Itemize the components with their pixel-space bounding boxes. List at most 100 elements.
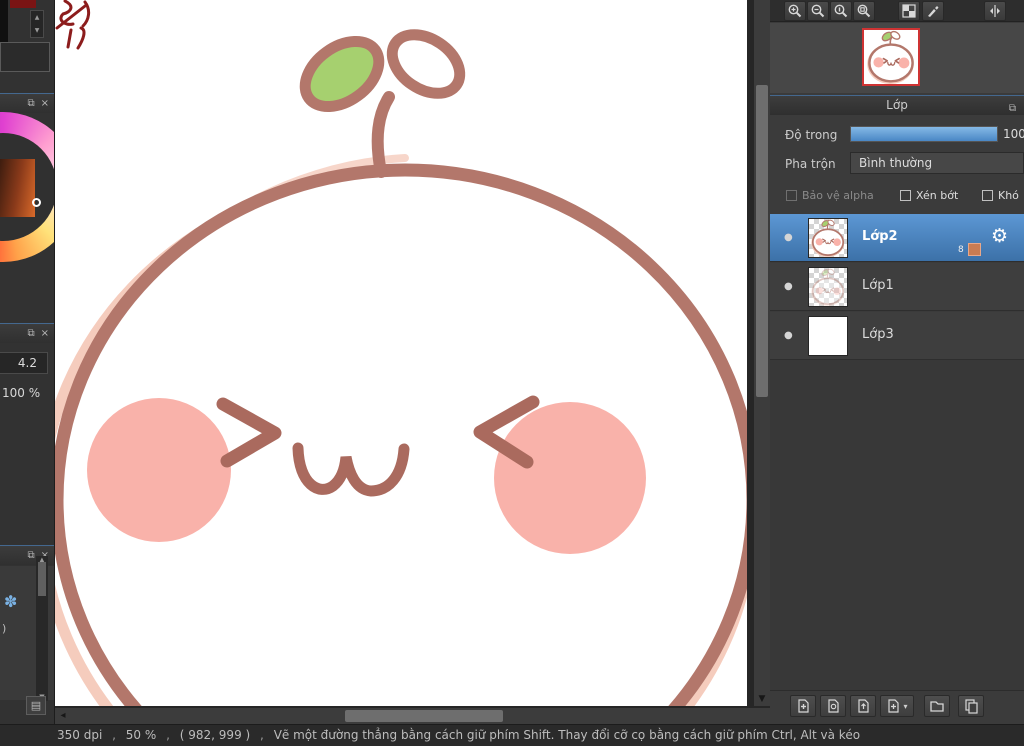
spinner-down-icon[interactable]: ▼	[35, 27, 40, 34]
scroll-down-icon[interactable]: ▼	[754, 694, 770, 704]
document-preview-thumbnail[interactable]	[862, 28, 920, 86]
horizontal-scrollbar-thumb[interactable]	[345, 710, 503, 722]
pattern-button[interactable]	[898, 1, 920, 21]
hue-ring-indicator[interactable]	[32, 198, 41, 207]
add-layer-icon	[798, 699, 809, 713]
left-edge-strip	[0, 0, 8, 45]
blend-mode-dropdown[interactable]: Bình thường	[850, 152, 1024, 174]
zoom-fit-button[interactable]	[853, 1, 875, 21]
lock-label: Khó	[998, 189, 1019, 202]
color-docker-header: ⧉ ×	[0, 93, 54, 113]
saturation-value-square[interactable]	[0, 159, 35, 217]
zoom-100-button[interactable]	[830, 1, 852, 21]
layer-docker-title-text: Lớp	[886, 98, 908, 112]
layer-row-lop3[interactable]: ● Lớp3	[770, 312, 1024, 360]
layer2-thumb-art	[811, 219, 845, 257]
clip-label: Xén bớt	[916, 189, 959, 202]
layer-actions-bar: ▾	[770, 690, 1024, 720]
brush-opacity-value[interactable]: 100 %	[2, 386, 40, 400]
brush-icon	[928, 6, 939, 17]
close-docker-icon[interactable]: ×	[41, 98, 49, 109]
close-docker-icon[interactable]: ×	[41, 328, 49, 339]
duplicate-layer-icon	[828, 699, 839, 713]
color-swatch-dark-red[interactable]	[10, 0, 36, 8]
status-separator: ,	[166, 728, 170, 742]
clip-checkbox-group[interactable]: Xén bớt	[900, 189, 958, 202]
layer-visibility-icon[interactable]: ●	[784, 330, 793, 341]
alpha-lock-checkbox[interactable]	[786, 190, 797, 201]
dropdown-caret-icon: ▾	[903, 701, 908, 711]
zoom-in-button[interactable]	[784, 1, 806, 21]
blush-left	[87, 398, 231, 542]
blend-mode-label: Pha trộn	[785, 157, 836, 171]
overview-toolbar	[770, 0, 1024, 22]
layer-thumbnail[interactable]	[808, 218, 848, 258]
layer-row-lop2[interactable]: ● Lớp2 8 ⚙	[770, 214, 1024, 262]
layer-name[interactable]: Lớp2	[862, 229, 898, 244]
brush-size-spinbox[interactable]: 4.2	[0, 352, 48, 374]
vertical-scrollbar-thumb[interactable]	[756, 85, 768, 397]
sketch-scribbles	[55, 0, 91, 50]
zoom-100-icon	[834, 4, 848, 18]
overview-preview[interactable]	[770, 23, 1024, 93]
float-docker-icon[interactable]: ⧉	[1009, 99, 1016, 118]
copy-pages-icon	[965, 699, 978, 714]
alpha-lock-checkbox-group[interactable]: Bảo vệ alpha	[786, 189, 874, 202]
document-tab-icon[interactable]: ▤	[26, 696, 46, 715]
add-layer-type-icon	[888, 699, 900, 713]
move-layer-up-icon	[858, 699, 869, 713]
brush-button[interactable]	[922, 1, 944, 21]
layer-properties-gear-icon[interactable]: ⚙	[991, 225, 1008, 247]
layer1-thumb-art	[811, 268, 845, 306]
layer-thumbnail[interactable]	[808, 316, 848, 356]
layer-thumbnail[interactable]	[808, 267, 848, 307]
opacity-slider-fill	[851, 127, 997, 141]
add-layer-dropdown-button[interactable]: ▾	[880, 695, 914, 717]
layer-name[interactable]: Lớp3	[862, 327, 894, 342]
add-layer-button[interactable]	[790, 695, 816, 717]
opacity-slider[interactable]	[850, 126, 998, 142]
status-dpi: 350 dpi	[57, 728, 103, 742]
status-zoom[interactable]: 50 %	[126, 728, 157, 742]
krita-window: ▲ ▼ ⧉ × ⧉ × 4.2 100 % ⧉ × ✽ ) ▲ ▼	[0, 0, 1024, 746]
mirror-icon	[990, 5, 1000, 17]
checker-pattern-icon	[902, 4, 916, 18]
canvas-vertical-scrollbar[interactable]: ▼	[754, 0, 770, 706]
truncated-label: )	[2, 622, 7, 635]
lock-checkbox-group[interactable]: Khó	[982, 189, 1019, 202]
float-docker-icon[interactable]: ⧉	[27, 550, 34, 561]
layer-list-empty-area	[770, 360, 1024, 690]
layer-name[interactable]: Lớp1	[862, 278, 894, 293]
layer-visibility-icon[interactable]: ●	[784, 232, 793, 243]
float-docker-icon[interactable]: ⧉	[27, 98, 34, 109]
zoom-out-button[interactable]	[807, 1, 829, 21]
color-wheel[interactable]	[0, 112, 54, 262]
mirror-view-button[interactable]	[984, 1, 1006, 21]
status-hint: Vẽ một đường thẳng bằng cách giữ phím Sh…	[273, 728, 861, 742]
delete-layer-button[interactable]	[958, 695, 984, 717]
layer-docker: Lớp ⧉ Độ trong 100 Pha trộn Bình thường …	[770, 0, 1024, 724]
zoom-fit-icon	[857, 4, 871, 18]
group-layer-button[interactable]	[924, 695, 950, 717]
lock-checkbox[interactable]	[982, 190, 993, 201]
float-docker-icon[interactable]: ⧉	[27, 328, 34, 339]
value-spinner[interactable]: ▲ ▼	[30, 10, 44, 38]
folder-icon	[930, 701, 944, 712]
dock-scrollbar[interactable]: ▲ ▼	[36, 556, 48, 701]
move-layer-up-button[interactable]	[850, 695, 876, 717]
selected-preset-box[interactable]	[0, 42, 50, 72]
alpha-lock-label: Bảo vệ alpha	[802, 189, 874, 202]
canvas-horizontal-scrollbar[interactable]: ◂	[55, 708, 770, 724]
clip-checkbox[interactable]	[900, 190, 911, 201]
layer-row-lop1[interactable]: ● Lớp1	[770, 263, 1024, 311]
layer-visibility-icon[interactable]: ●	[784, 281, 793, 292]
canvas-artwork[interactable]	[55, 0, 747, 706]
config-gear-icon[interactable]: ✽	[4, 592, 17, 611]
scroll-left-icon[interactable]: ◂	[55, 708, 71, 724]
dock-scrollbar-thumb[interactable]	[38, 562, 46, 596]
status-bar: 350 dpi , 50 % , ( 982, 999 ) , Vẽ một đ…	[0, 724, 1024, 746]
status-separator: ,	[112, 728, 116, 742]
spinner-up-icon[interactable]: ▲	[35, 14, 40, 21]
canvas[interactable]	[55, 0, 747, 706]
duplicate-layer-button[interactable]	[820, 695, 846, 717]
